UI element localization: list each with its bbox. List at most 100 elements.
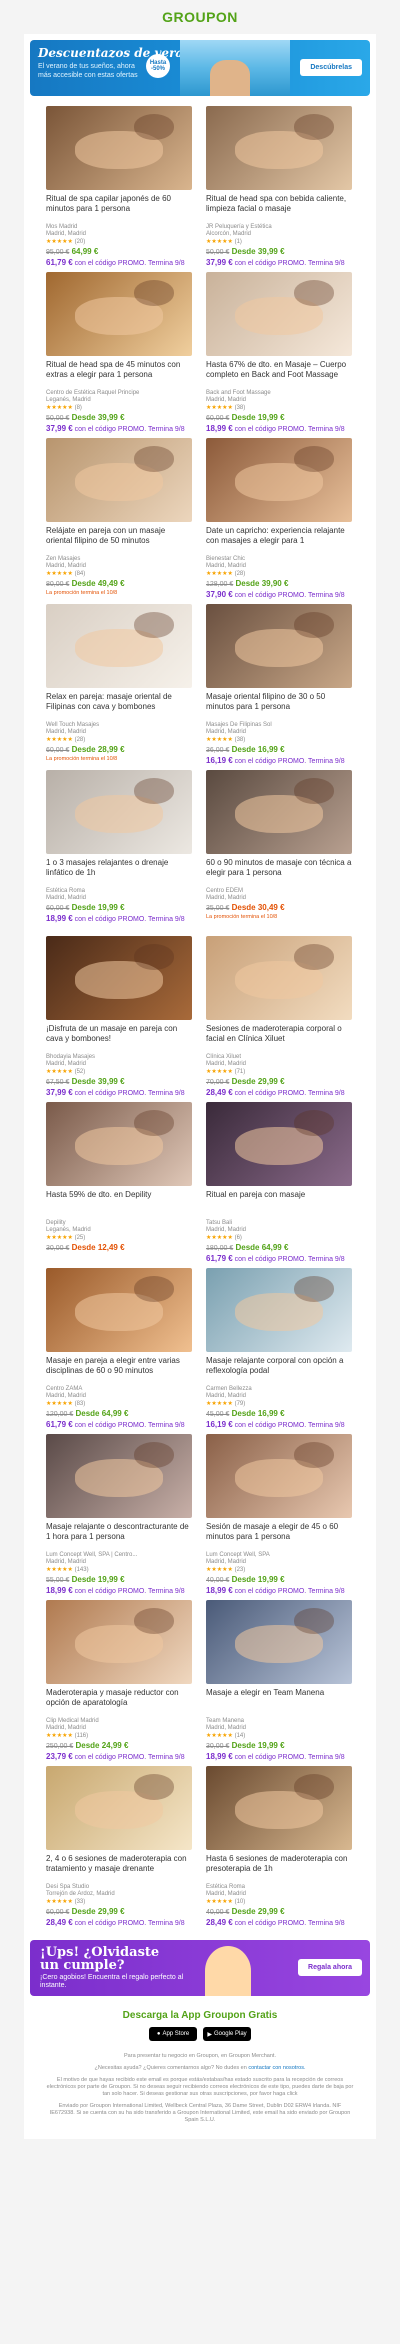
- deal-card[interactable]: Relájate en pareja con un masaje orienta…: [46, 438, 192, 604]
- deal-card[interactable]: Ritual de head spa de 45 minutos con ext…: [46, 272, 192, 438]
- deal-title[interactable]: Hasta 59% de dto. en Depility: [46, 1190, 192, 1220]
- deal-image[interactable]: [206, 1268, 352, 1352]
- deal-image[interactable]: [206, 1434, 352, 1518]
- deal-card[interactable]: 1 o 3 masajes relajantes o drenaje linfá…: [46, 770, 192, 936]
- promo-text: con el código PROMO. Termina 9/8: [234, 592, 345, 599]
- deal-price: Desde 39,90 €: [235, 579, 289, 588]
- deal-title[interactable]: Ritual en pareja con masaje: [206, 1190, 352, 1220]
- deal-image[interactable]: [206, 936, 352, 1020]
- review-count: (20): [74, 239, 86, 245]
- price-line: 60,00 € Desde 19,99 €: [206, 413, 352, 424]
- deal-title[interactable]: Masaje relajante o descontracturante de …: [46, 1522, 192, 1552]
- deal-card[interactable]: Maderoterapia y masaje reductor con opci…: [46, 1600, 192, 1766]
- deal-image[interactable]: [206, 1102, 352, 1186]
- deal-title[interactable]: Sesiones de maderoterapia corporal o fac…: [206, 1024, 352, 1054]
- deal-card[interactable]: Masaje en pareja a elegir entre varias d…: [46, 1268, 192, 1434]
- deal-card[interactable]: Masaje oriental filipino de 30 o 50 minu…: [206, 604, 352, 770]
- deal-title[interactable]: Masaje a elegir en Team Manena: [206, 1688, 352, 1718]
- rating-stars-icon: ★★★★★: [46, 239, 73, 245]
- deal-title[interactable]: 1 o 3 masajes relajantes o drenaje linfá…: [46, 858, 192, 888]
- deal-card[interactable]: Hasta 59% de dto. en Depility Depility Leg…: [46, 1102, 192, 1268]
- promo-text: con el código PROMO. Termina 9/8: [234, 1422, 345, 1429]
- birthday-title: ¡Ups! ¿Olvidaste un cumple?: [40, 1945, 160, 1973]
- promo-price: 61,79 €: [206, 1254, 233, 1263]
- deal-image[interactable]: [206, 272, 352, 356]
- deal-card[interactable]: Masaje relajante o descontracturante de …: [46, 1434, 192, 1600]
- merchant-name: Team Manena: [206, 1718, 245, 1724]
- google-play-button[interactable]: ▶ Google Play: [203, 2027, 251, 2041]
- deal-image[interactable]: [206, 1600, 352, 1684]
- original-price: 35,00 €: [206, 905, 230, 912]
- deal-image[interactable]: [206, 770, 352, 854]
- deal-title[interactable]: Hasta 6 sesiones de maderoterapia con pr…: [206, 1854, 352, 1884]
- help-line: ¿Necesitas ayuda? ¿Quieres comentarnos a…: [46, 2065, 354, 2072]
- deal-image[interactable]: [46, 604, 192, 688]
- deal-card[interactable]: Hasta 67% de dto. en Masaje – Cuerpo com…: [206, 272, 352, 438]
- deal-card[interactable]: Masaje a elegir en Team Manena Team Manen…: [206, 1600, 352, 1766]
- gift-now-button[interactable]: Regala ahora: [298, 1959, 362, 1976]
- deal-image[interactable]: [206, 1766, 352, 1850]
- deal-image[interactable]: [206, 604, 352, 688]
- deal-image[interactable]: [46, 770, 192, 854]
- review-count: (83): [74, 1401, 86, 1407]
- groupon-logo[interactable]: GROUPON: [162, 9, 238, 25]
- promo-text: con el código PROMO. Termina 9/8: [234, 1920, 345, 1927]
- deal-card[interactable]: Ritual en pareja con masaje Tatsu Bali Mad…: [206, 1102, 352, 1268]
- summer-deals-banner[interactable]: Descuentazos de verano El verano de tus …: [30, 40, 370, 96]
- deal-image[interactable]: [206, 438, 352, 522]
- deal-title[interactable]: Relájate en pareja con un masaje orienta…: [46, 526, 192, 556]
- deal-card[interactable]: Sesión de masaje a elegir de 45 o 60 min…: [206, 1434, 352, 1600]
- deal-title[interactable]: Ritual de spa capilar japonés de 60 minu…: [46, 194, 192, 224]
- discover-button[interactable]: Descúbrelas: [300, 59, 362, 76]
- deal-title[interactable]: Relax en pareja: masaje oriental de Fili…: [46, 692, 192, 722]
- deal-title[interactable]: Masaje oriental filipino de 30 o 50 minu…: [206, 692, 352, 722]
- merchant-city: Madrid, Madrid: [206, 729, 247, 735]
- deal-card[interactable]: Ritual de spa capilar japonés de 60 minu…: [46, 106, 192, 272]
- deal-image[interactable]: [46, 1102, 192, 1186]
- price-line: 60,00 € Desde 28,99 €: [46, 745, 192, 756]
- deal-card[interactable]: Masaje relajante corporal con opción a r…: [206, 1268, 352, 1434]
- deal-card[interactable]: Hasta 6 sesiones de maderoterapia con pr…: [206, 1766, 352, 1932]
- deal-image[interactable]: [46, 1434, 192, 1518]
- deal-title[interactable]: Hasta 67% de dto. en Masaje – Cuerpo com…: [206, 360, 352, 390]
- merchant-city: Madrid, Madrid: [46, 729, 87, 735]
- original-price: 50,00 €: [46, 415, 70, 422]
- deal-card[interactable]: Ritual de head spa con bebida caliente, …: [206, 106, 352, 272]
- promo-price: 18,99 €: [206, 424, 233, 433]
- deal-card[interactable]: 60 o 90 minutos de masaje con técnica a …: [206, 770, 352, 936]
- deal-image[interactable]: [46, 106, 192, 190]
- deal-card[interactable]: Date un capricho: experiencia relajante …: [206, 438, 352, 604]
- deal-title[interactable]: Sesión de masaje a elegir de 45 o 60 min…: [206, 1522, 352, 1552]
- deal-title[interactable]: Date un capricho: experiencia relajante …: [206, 526, 352, 556]
- deal-price: Desde 16,99 €: [231, 745, 285, 754]
- deal-card[interactable]: Relax en pareja: masaje oriental de Fili…: [46, 604, 192, 770]
- deal-title[interactable]: Masaje en pareja a elegir entre varias d…: [46, 1356, 192, 1386]
- deal-image[interactable]: [46, 936, 192, 1020]
- deal-image[interactable]: [46, 1600, 192, 1684]
- original-price: 36,00 €: [206, 747, 230, 754]
- deal-price: Desde 19,99 €: [231, 1741, 285, 1750]
- deal-card[interactable]: 2, 4 o 6 sesiones de maderoterapia con t…: [46, 1766, 192, 1932]
- deal-card[interactable]: Sesiones de maderoterapia corporal o fac…: [206, 936, 352, 1102]
- deal-card[interactable]: ¡Disfruta de un masaje en pareja con cav…: [46, 936, 192, 1102]
- deal-title[interactable]: Ritual de head spa con bebida caliente, …: [206, 194, 352, 224]
- deal-image[interactable]: [46, 1268, 192, 1352]
- contact-link[interactable]: contactar con nosotros.: [248, 2065, 305, 2071]
- rating: ★★★★★ (38): [206, 736, 352, 744]
- deal-image[interactable]: [46, 438, 192, 522]
- deal-image[interactable]: [46, 1766, 192, 1850]
- original-price: 60,00 €: [206, 415, 230, 422]
- deal-title[interactable]: Ritual de head spa de 45 minutos con ext…: [46, 360, 192, 390]
- promo-text: con el código PROMO. Termina 9/8: [74, 426, 185, 433]
- promo-line: 18,99 € con el código PROMO. Termina 9/8: [46, 914, 192, 924]
- deal-title[interactable]: 60 o 90 minutos de masaje con técnica a …: [206, 858, 352, 888]
- app-store-button[interactable]: ● App Store: [149, 2027, 197, 2041]
- deal-image[interactable]: [206, 106, 352, 190]
- deal-title[interactable]: ¡Disfruta de un masaje en pareja con cav…: [46, 1024, 192, 1054]
- birthday-banner[interactable]: ¡Ups! ¿Olvidaste un cumple? ¡Cero agobio…: [30, 1940, 370, 1996]
- deal-image[interactable]: [46, 272, 192, 356]
- deal-title[interactable]: 2, 4 o 6 sesiones de maderoterapia con t…: [46, 1854, 192, 1884]
- promo-line: 28,49 € con el código PROMO. Termina 9/8: [206, 1088, 352, 1098]
- deal-title[interactable]: Masaje relajante corporal con opción a r…: [206, 1356, 352, 1386]
- deal-title[interactable]: Maderoterapia y masaje reductor con opci…: [46, 1688, 192, 1718]
